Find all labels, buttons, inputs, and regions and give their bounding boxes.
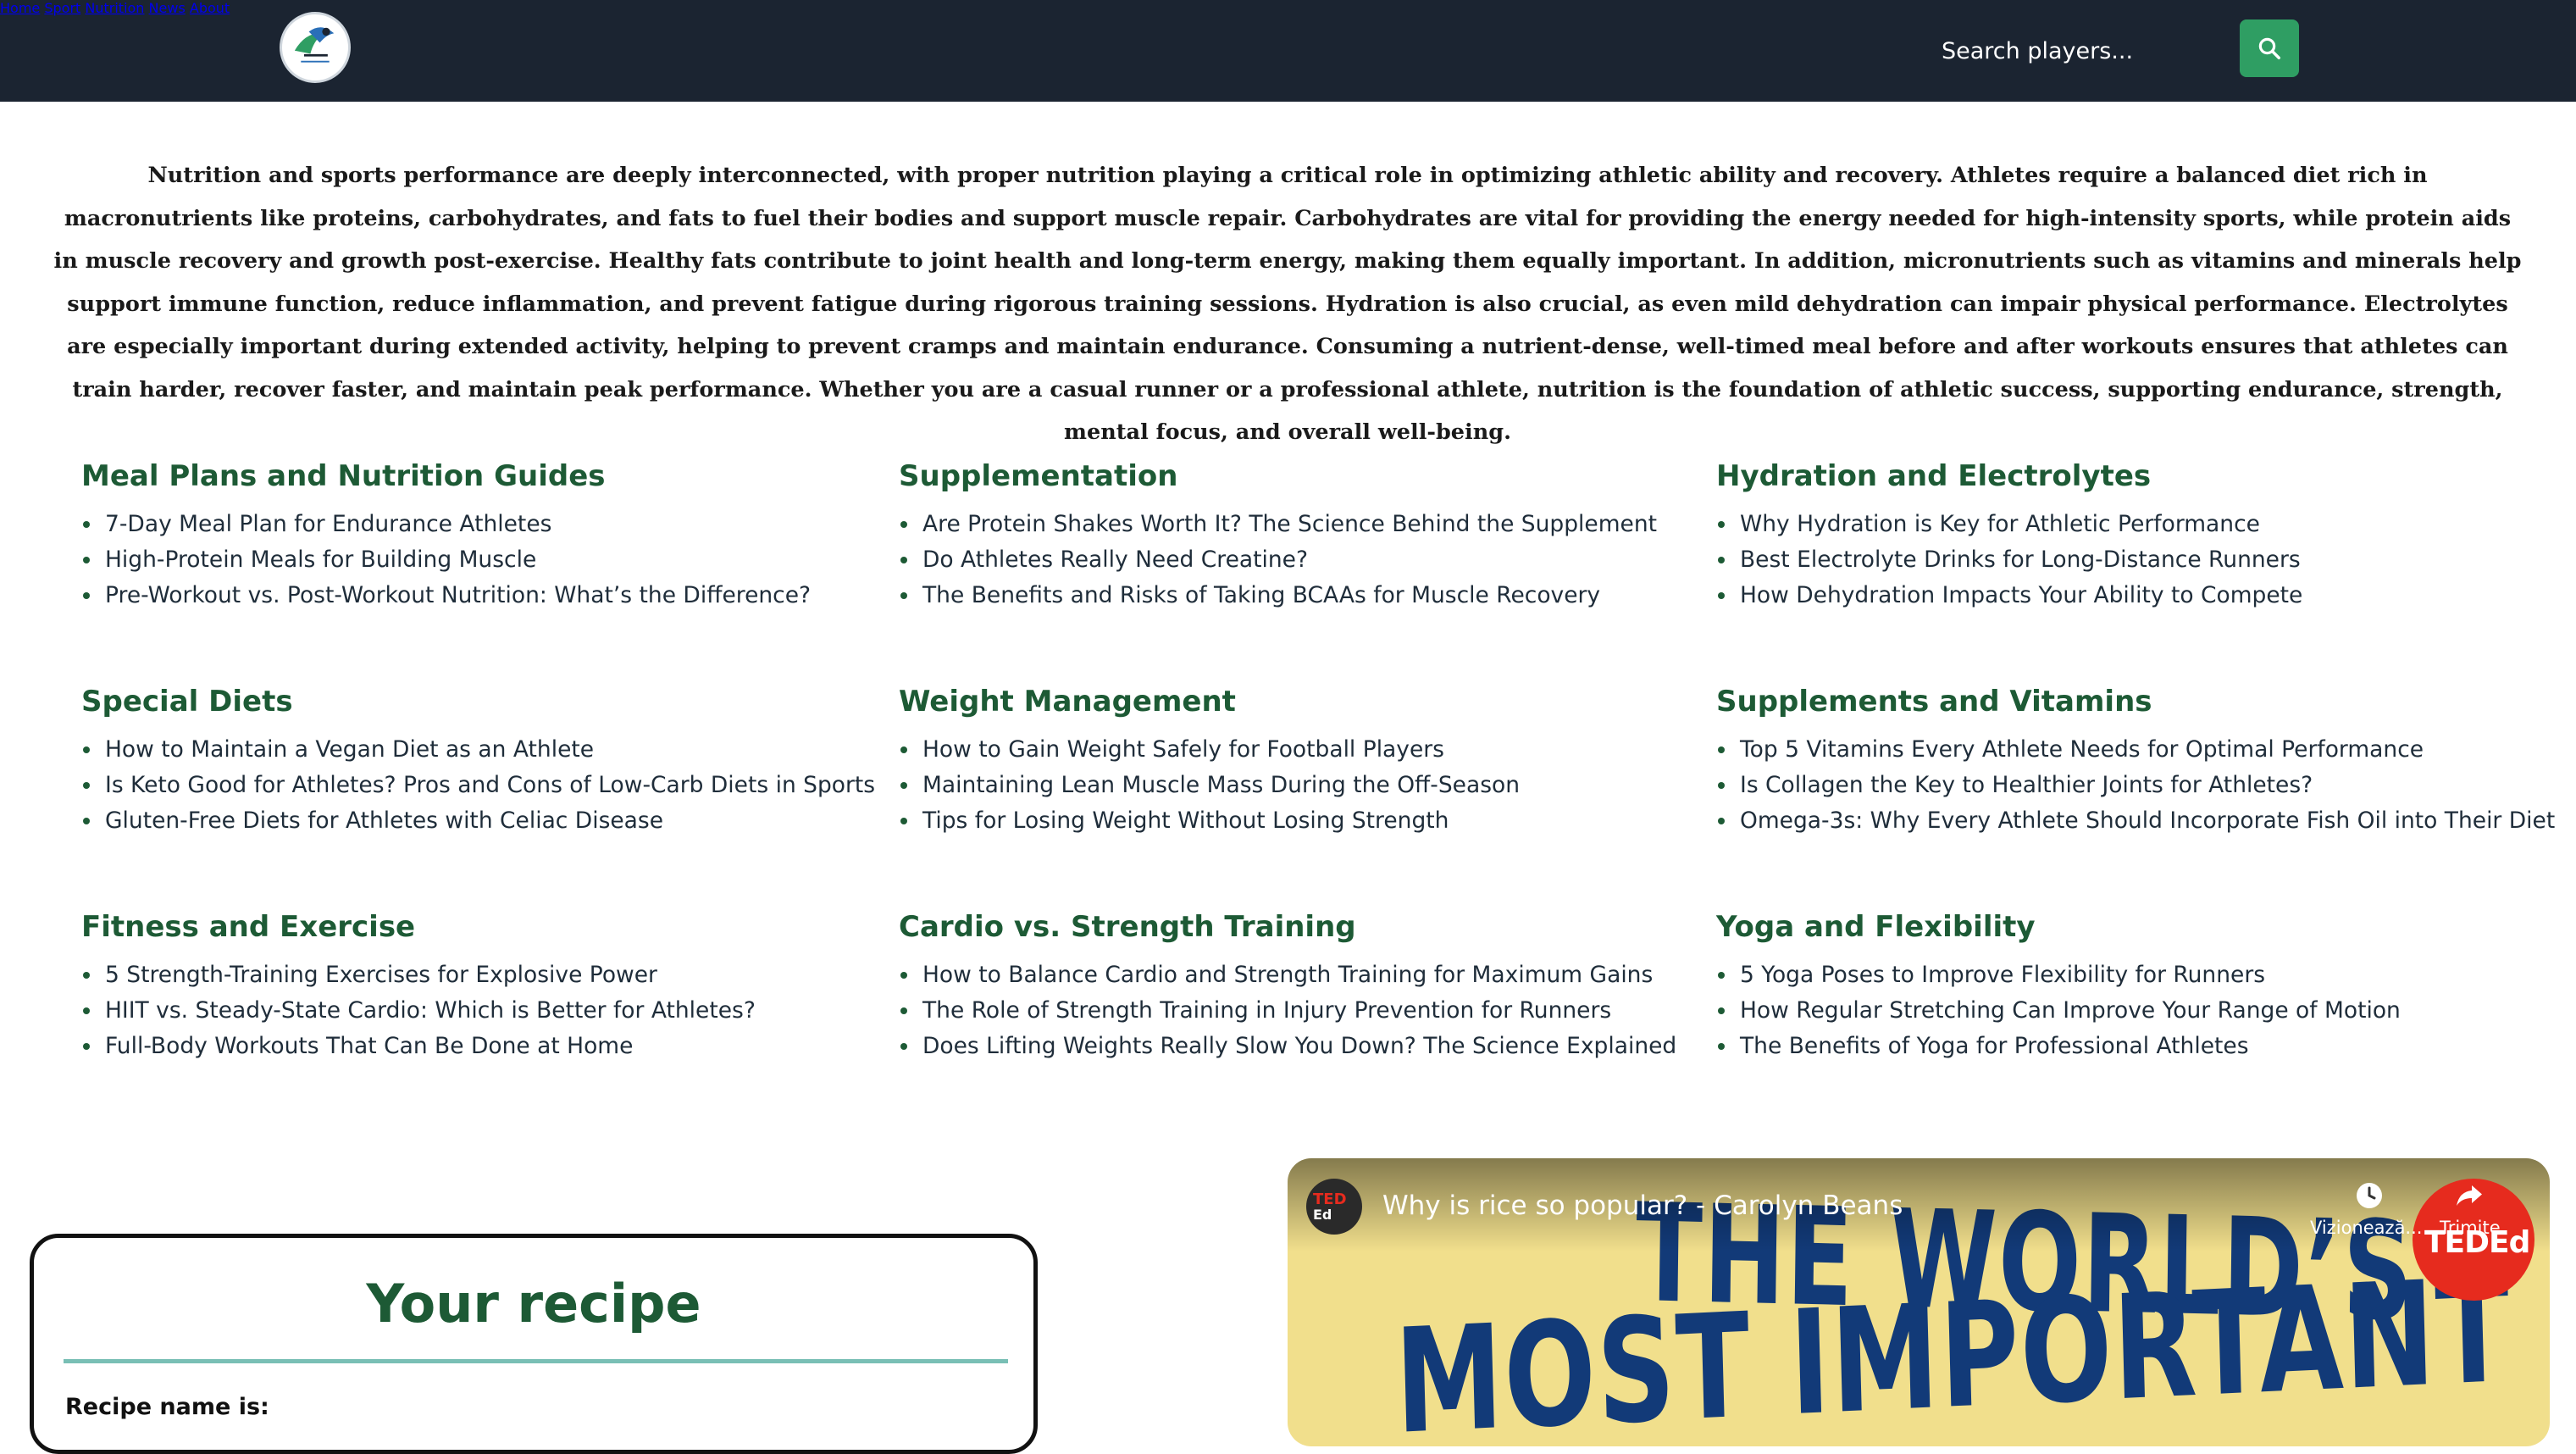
article-link[interactable]: How to Gain Weight Safely for Football P… (899, 732, 1695, 768)
article-link[interactable]: 5 Strength-Training Exercises for Explos… (81, 957, 878, 993)
article-link[interactable]: Omega-3s: Why Every Athlete Should Incor… (1716, 803, 2555, 839)
share-label: Trimite (2440, 1218, 2501, 1238)
recipe-divider (64, 1359, 1008, 1363)
logo-icon (285, 17, 346, 78)
article-link[interactable]: Top 5 Vitamins Every Athlete Needs for O… (1716, 732, 2512, 768)
article-link[interactable]: High-Protein Meals for Building Muscle (81, 542, 878, 578)
article-link[interactable]: Full-Body Workouts That Can Be Done at H… (81, 1029, 878, 1064)
recipe-card: Your recipe Recipe name is: (30, 1234, 1038, 1454)
category-title: Supplements and Vitamins (1716, 685, 2152, 719)
category-yoga: Yoga and Flexibility 5 Yoga Poses to Imp… (1716, 908, 2512, 1064)
article-link[interactable]: HIIT vs. Steady-State Cardio: Which is B… (81, 993, 878, 1029)
nav-sport[interactable]: Sport (44, 0, 80, 16)
article-link[interactable]: How Dehydration Impacts Your Ability to … (1716, 578, 2512, 613)
category-title: Cardio vs. Strength Training (899, 910, 1356, 944)
category-title: Special Diets (81, 685, 293, 719)
article-link[interactable]: Do Athletes Really Need Creatine? (899, 542, 1695, 578)
recipe-name-label: Recipe name is: (65, 1394, 269, 1420)
category-title: Fitness and Exercise (81, 910, 416, 944)
category-hydration: Hydration and Electrolytes Why Hydration… (1716, 458, 2512, 613)
share-icon (2457, 1185, 2482, 1206)
search-input[interactable] (1940, 24, 2223, 78)
article-link[interactable]: Tips for Losing Weight Without Losing St… (899, 803, 1695, 839)
category-supplementation: Supplementation Are Protein Shakes Worth… (899, 458, 1695, 613)
article-link[interactable]: The Benefits and Risks of Taking BCAAs f… (899, 578, 1695, 613)
category-title: Hydration and Electrolytes (1716, 459, 2152, 493)
channel-logo-ted: TED (1313, 1190, 1347, 1208)
category-meal-plans: Meal Plans and Nutrition Guides 7-Day Me… (81, 458, 878, 613)
article-link[interactable]: The Role of Strength Training in Injury … (899, 993, 1695, 1029)
category-title: Supplementation (899, 459, 1178, 493)
clock-icon (2357, 1183, 2382, 1208)
nav-nutrition[interactable]: Nutrition (85, 0, 144, 16)
category-title: Weight Management (899, 685, 1236, 719)
channel-avatar[interactable]: TED Ed (1306, 1179, 1362, 1235)
nav-home[interactable]: Home (0, 0, 40, 16)
article-link[interactable]: Does Lifting Weights Really Slow You Dow… (899, 1029, 1695, 1064)
watch-later-button[interactable]: Vizionează... (2310, 1180, 2422, 1238)
site-logo[interactable] (280, 12, 351, 83)
video-title[interactable]: Why is rice so popular? - Carolyn Beans (1382, 1190, 1903, 1221)
category-weight-management: Weight Management How to Gain Weight Saf… (899, 683, 1695, 839)
article-link[interactable]: How to Maintain a Vegan Diet as an Athle… (81, 732, 878, 768)
recipe-title: Your recipe (366, 1273, 701, 1335)
share-button[interactable]: Trimite (2440, 1180, 2501, 1238)
article-link[interactable]: Pre-Workout vs. Post-Workout Nutrition: … (81, 578, 878, 613)
category-special-diets: Special Diets How to Maintain a Vegan Di… (81, 683, 878, 839)
article-link[interactable]: Are Protein Shakes Worth It? The Science… (899, 507, 1695, 542)
intro-paragraph: Nutrition and sports performance are dee… (53, 163, 2522, 445)
article-link[interactable]: How Regular Stretching Can Improve Your … (1716, 993, 2512, 1029)
search-button[interactable] (2240, 19, 2299, 77)
category-fitness: Fitness and Exercise 5 Strength-Training… (81, 908, 878, 1064)
article-link[interactable]: Best Electrolyte Drinks for Long-Distanc… (1716, 542, 2512, 578)
watch-later-label: Vizionează... (2310, 1218, 2423, 1238)
article-link[interactable]: Is Keto Good for Athletes? Pros and Cons… (81, 768, 878, 803)
nav-news[interactable]: News (149, 0, 186, 16)
article-link[interactable]: Maintaining Lean Muscle Mass During the … (899, 768, 1695, 803)
category-supplements-vitamins: Supplements and Vitamins Top 5 Vitamins … (1716, 683, 2555, 839)
article-link[interactable]: Gluten-Free Diets for Athletes with Celi… (81, 803, 878, 839)
top-navbar: Home Sport Nutrition News About (0, 0, 2576, 102)
article-link[interactable]: The Benefits of Yoga for Professional At… (1716, 1029, 2512, 1064)
category-title: Meal Plans and Nutrition Guides (81, 459, 606, 493)
channel-logo-ed: Ed (1313, 1207, 1332, 1223)
thumbnail-text-line2: MOST IMPORTANT FOOD (1393, 1229, 2550, 1446)
search-icon (2258, 37, 2280, 59)
article-link[interactable]: Why Hydration is Key for Athletic Perfor… (1716, 507, 2512, 542)
nav-about[interactable]: About (190, 0, 230, 16)
article-link[interactable]: 7-Day Meal Plan for Endurance Athletes (81, 507, 878, 542)
article-link[interactable]: 5 Yoga Poses to Improve Flexibility for … (1716, 957, 2512, 993)
article-link[interactable]: Is Collagen the Key to Healthier Joints … (1716, 768, 2512, 803)
article-link[interactable]: How to Balance Cardio and Strength Train… (899, 957, 1695, 993)
video-embed[interactable]: THE WORLD’S MOST IMPORTANT FOOD TED Ed W… (1288, 1158, 2550, 1446)
category-title: Yoga and Flexibility (1716, 910, 2036, 944)
category-cardio-strength: Cardio vs. Strength Training How to Bala… (899, 908, 1695, 1064)
